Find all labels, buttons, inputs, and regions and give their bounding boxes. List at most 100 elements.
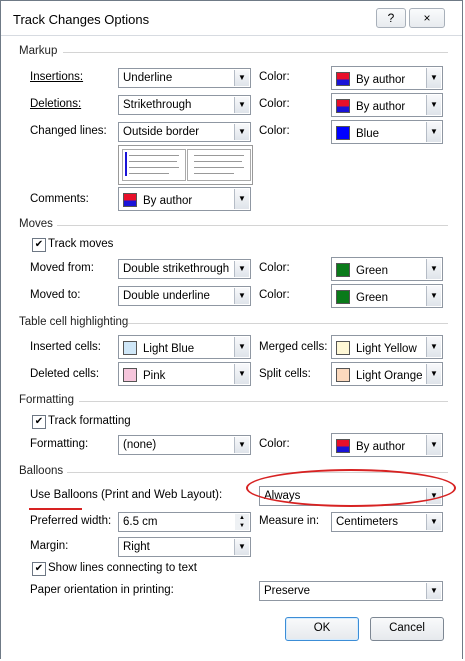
split-cells-value: Light Orange bbox=[356, 370, 423, 382]
chevron-down-icon: ▼ bbox=[234, 337, 249, 357]
changed-color-value: Blue bbox=[356, 128, 380, 140]
formatting-color-value: By author bbox=[356, 441, 406, 453]
paper-orientation-value: Preserve bbox=[264, 585, 311, 597]
track-formatting-label: Track formatting bbox=[48, 415, 131, 427]
color-swatch bbox=[123, 368, 137, 382]
preferred-width-value: 6.5 cm bbox=[123, 516, 158, 528]
changed-lines-select[interactable]: Outside border ▼ bbox=[118, 122, 251, 142]
moved-from-label: Moved from: bbox=[30, 262, 94, 274]
color-swatch bbox=[336, 263, 350, 277]
color-swatch bbox=[336, 290, 350, 304]
deletions-color-label: Color: bbox=[259, 98, 290, 110]
preferred-width-label: Preferred width: bbox=[30, 515, 112, 527]
chevron-down-icon: ▼ bbox=[234, 437, 249, 453]
chevron-down-icon: ▼ bbox=[234, 261, 249, 277]
track-formatting-checkbox[interactable]: ✔ bbox=[32, 415, 46, 429]
insertions-color-select[interactable]: By author ▼ bbox=[331, 66, 443, 90]
deletions-color-select[interactable]: By author ▼ bbox=[331, 93, 443, 117]
use-balloons-select[interactable]: Always ▼ bbox=[259, 486, 443, 506]
formatting-color-select[interactable]: By author ▼ bbox=[331, 433, 443, 457]
insertions-value: Underline bbox=[123, 72, 173, 84]
paper-orientation-label: Paper orientation in printing: bbox=[30, 584, 174, 596]
measure-in-select[interactable]: Centimeters ▼ bbox=[331, 512, 443, 532]
chevron-down-icon: ▼ bbox=[234, 364, 249, 384]
merged-cells-select[interactable]: Light Yellow ▼ bbox=[331, 335, 443, 359]
section-table-highlighting: Table cell highlighting bbox=[19, 316, 129, 328]
track-moves-checkbox[interactable]: ✔ bbox=[32, 238, 46, 252]
chevron-down-icon: ▼ bbox=[234, 70, 249, 86]
color-swatch bbox=[123, 193, 137, 207]
section-formatting: Formatting bbox=[19, 394, 74, 406]
chevron-down-icon: ▼ bbox=[426, 95, 441, 115]
title-bar: Track Changes Options ? × bbox=[1, 1, 462, 36]
comments-color-select[interactable]: By author ▼ bbox=[118, 187, 251, 211]
insertions-select[interactable]: Underline ▼ bbox=[118, 68, 251, 88]
track-moves-label: Track moves bbox=[48, 238, 114, 250]
insertions-color-label: Color: bbox=[259, 71, 290, 83]
merged-cells-value: Light Yellow bbox=[356, 343, 417, 355]
color-swatch bbox=[336, 72, 350, 86]
preview-page bbox=[187, 149, 251, 181]
chevron-down-icon: ▼ bbox=[426, 435, 441, 455]
paper-orientation-select[interactable]: Preserve ▼ bbox=[259, 581, 443, 601]
insertions-color-value: By author bbox=[356, 74, 406, 86]
moved-from-color-value: Green bbox=[356, 265, 388, 277]
split-cells-label: Split cells: bbox=[259, 368, 311, 380]
split-cells-select[interactable]: Light Orange ▼ bbox=[331, 362, 443, 386]
formatting-select[interactable]: (none) ▼ bbox=[118, 435, 251, 455]
ok-button[interactable]: OK bbox=[285, 617, 359, 641]
spin-up-icon[interactable]: ▲ bbox=[235, 514, 249, 522]
inserted-cells-select[interactable]: Light Blue ▼ bbox=[118, 335, 251, 359]
show-lines-label: Show lines connecting to text bbox=[48, 562, 197, 574]
deleted-cells-select[interactable]: Pink ▼ bbox=[118, 362, 251, 386]
color-swatch bbox=[336, 341, 350, 355]
changed-color-select[interactable]: Blue ▼ bbox=[331, 120, 443, 144]
chevron-down-icon: ▼ bbox=[426, 364, 441, 384]
separator bbox=[79, 401, 448, 402]
cancel-button[interactable]: Cancel bbox=[370, 617, 444, 641]
close-button[interactable]: × bbox=[409, 8, 445, 28]
help-button[interactable]: ? bbox=[376, 8, 406, 28]
separator bbox=[67, 472, 448, 473]
moved-from-color-select[interactable]: Green ▼ bbox=[331, 257, 443, 281]
chevron-down-icon: ▼ bbox=[426, 514, 441, 530]
deleted-cells-label: Deleted cells: bbox=[30, 368, 100, 380]
show-lines-checkbox[interactable]: ✔ bbox=[32, 562, 46, 576]
deleted-cells-value: Pink bbox=[143, 370, 166, 382]
moved-from-value: Double strikethrough bbox=[123, 263, 230, 275]
margin-select[interactable]: Right ▼ bbox=[118, 537, 251, 557]
use-balloons-value: Always bbox=[264, 490, 301, 502]
chevron-down-icon: ▼ bbox=[426, 259, 441, 279]
chevron-down-icon: ▼ bbox=[234, 97, 249, 113]
margin-label: Margin: bbox=[30, 540, 69, 552]
preferred-width-spinner[interactable]: 6.5 cm ▲ ▼ bbox=[118, 512, 251, 532]
insertions-label: Insertions: bbox=[30, 71, 84, 83]
formatting-color-label: Color: bbox=[259, 438, 290, 450]
margin-value: Right bbox=[123, 541, 150, 553]
annotation-underline bbox=[29, 508, 82, 510]
inserted-cells-label: Inserted cells: bbox=[30, 341, 101, 353]
use-balloons-label: Use Balloons (Print and Web Layout): bbox=[30, 489, 223, 501]
chevron-down-icon: ▼ bbox=[426, 337, 441, 357]
chevron-down-icon: ▼ bbox=[234, 288, 249, 304]
separator bbox=[63, 52, 448, 53]
deletions-label: Deletions: bbox=[30, 98, 82, 110]
chevron-down-icon: ▼ bbox=[426, 68, 441, 88]
measure-in-value: Centimeters bbox=[336, 516, 398, 528]
deletions-select[interactable]: Strikethrough ▼ bbox=[118, 95, 251, 115]
moved-to-select[interactable]: Double underline ▼ bbox=[118, 286, 251, 306]
separator bbox=[128, 323, 448, 324]
moved-from-color-label: Color: bbox=[259, 262, 290, 274]
moved-from-select[interactable]: Double strikethrough ▼ bbox=[118, 259, 251, 279]
chevron-down-icon: ▼ bbox=[426, 583, 441, 599]
moved-to-color-label: Color: bbox=[259, 289, 290, 301]
color-swatch bbox=[336, 99, 350, 113]
chevron-down-icon: ▼ bbox=[234, 539, 249, 555]
moved-to-label: Moved to: bbox=[30, 289, 81, 301]
spin-down-icon[interactable]: ▼ bbox=[235, 522, 249, 530]
color-swatch bbox=[336, 439, 350, 453]
formatting-value: (none) bbox=[123, 439, 157, 451]
formatting-label: Formatting: bbox=[30, 438, 89, 450]
comments-label: Comments: bbox=[30, 193, 89, 205]
moved-to-color-select[interactable]: Green ▼ bbox=[331, 284, 443, 308]
